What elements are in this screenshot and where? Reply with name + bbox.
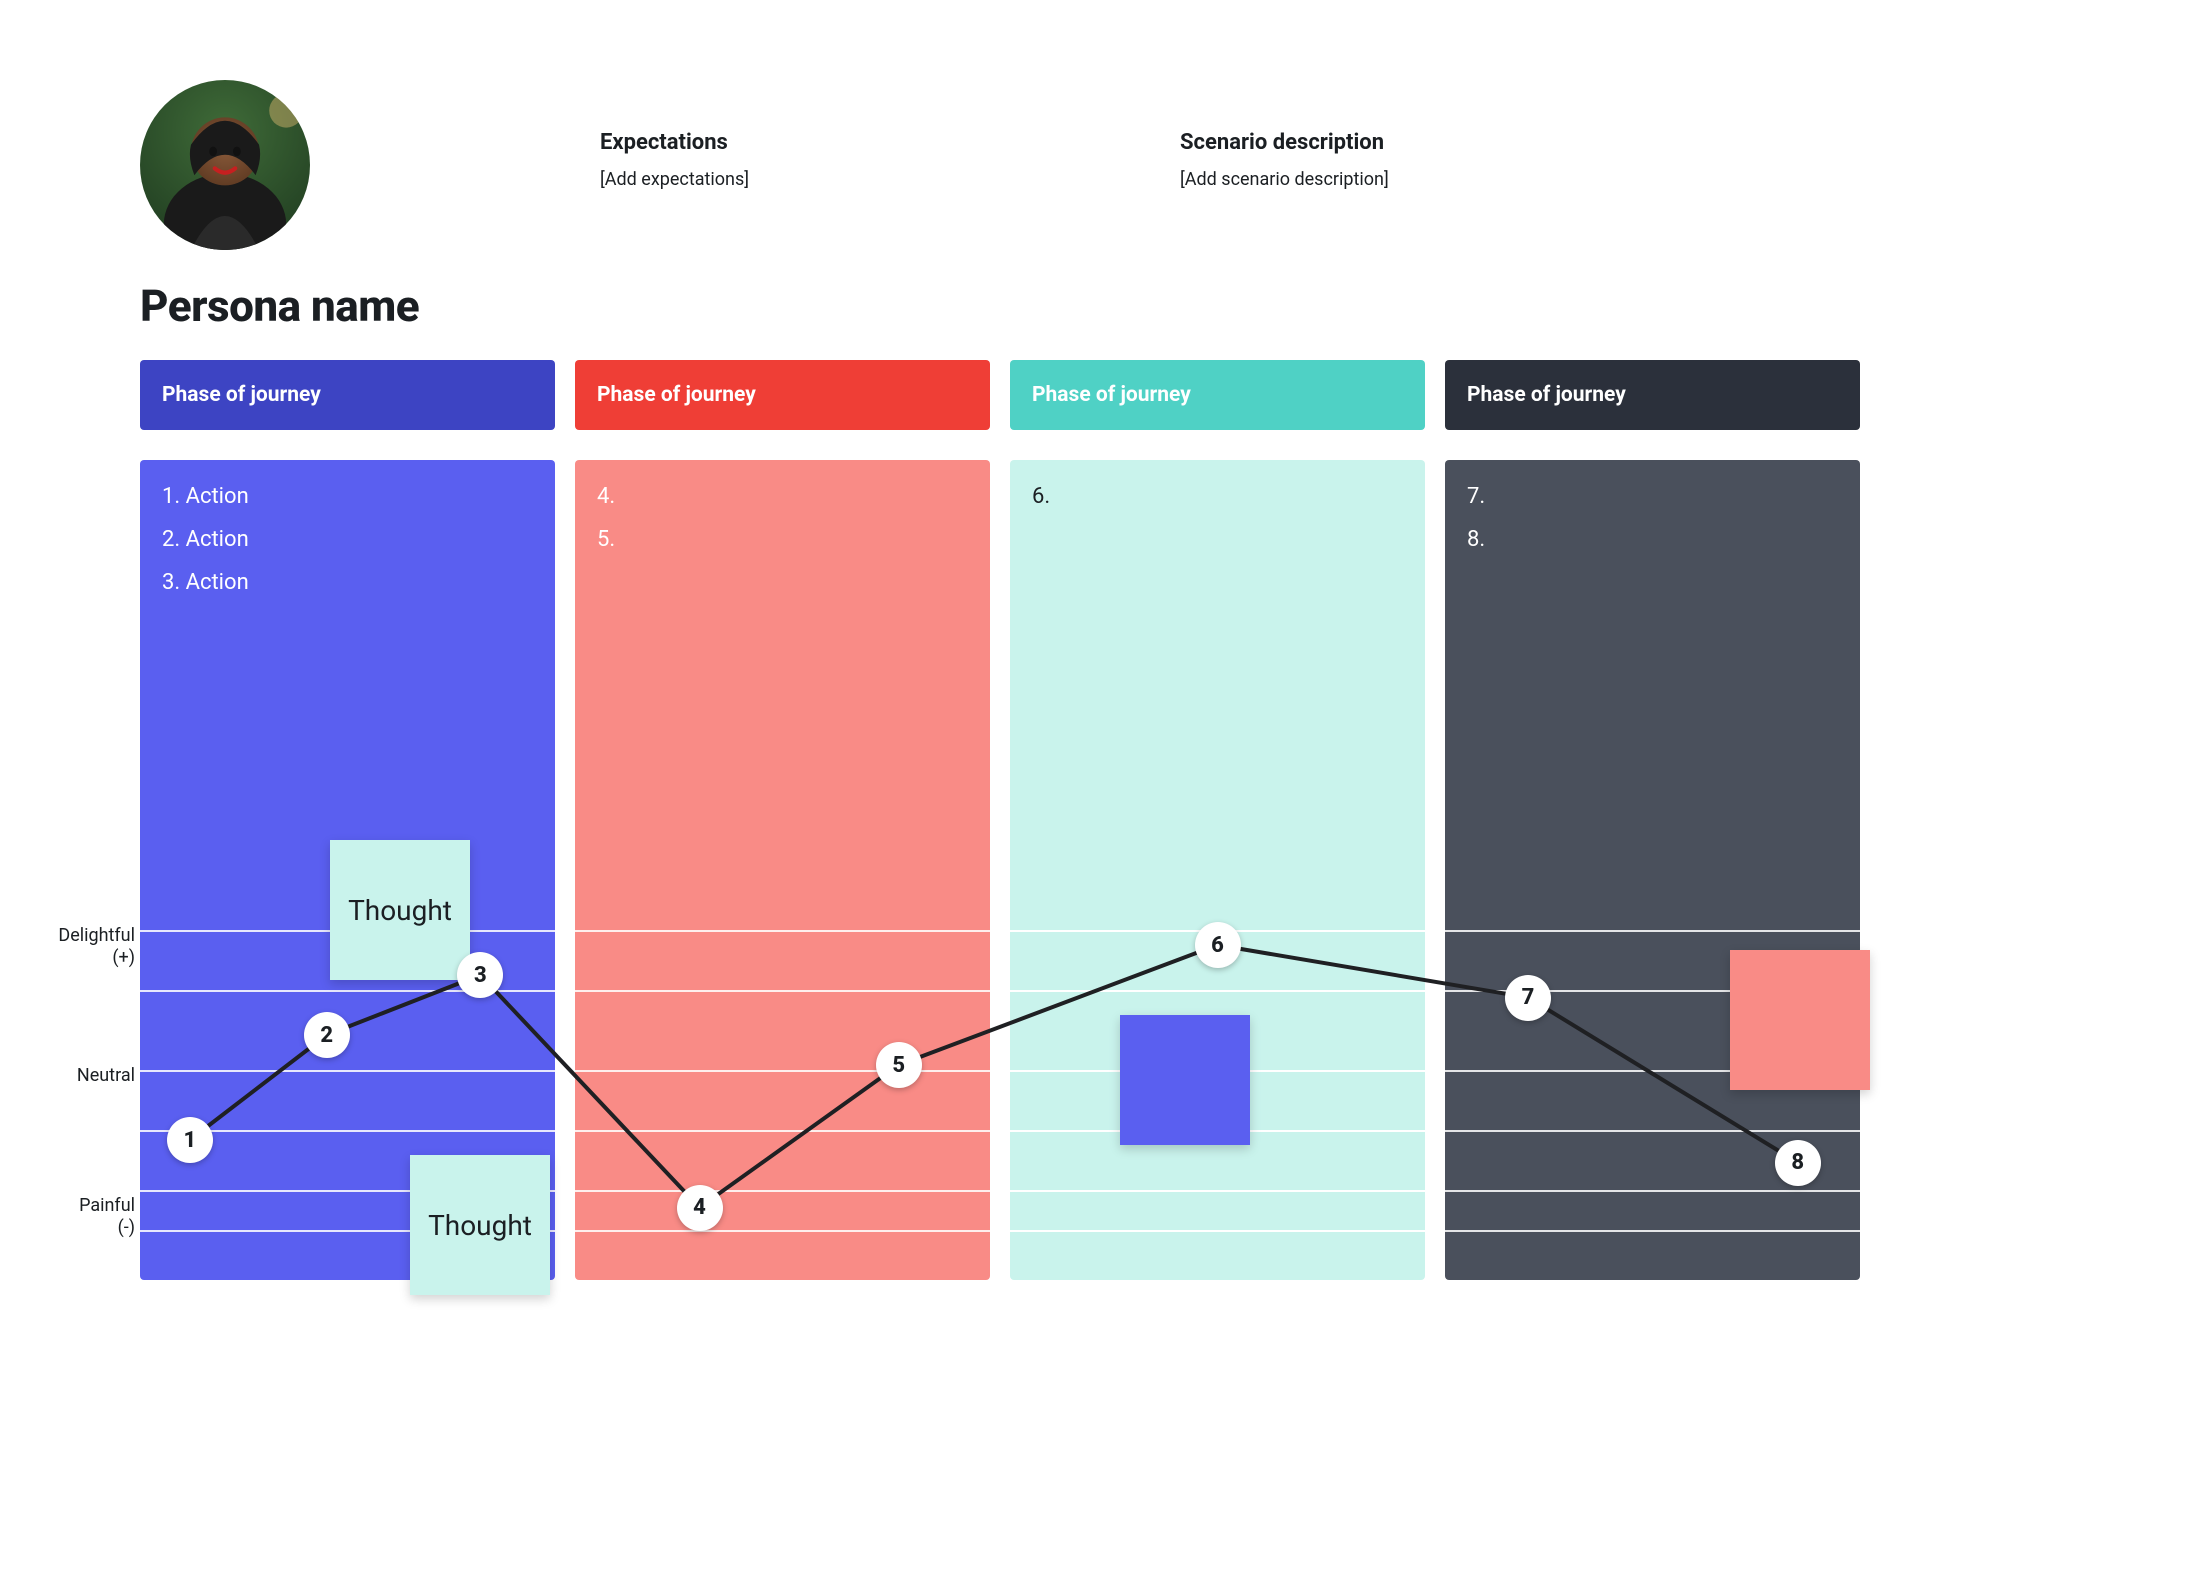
sticky-note-blue[interactable] [1120, 1015, 1250, 1145]
phase-header-2[interactable]: Phase of journey [575, 360, 990, 430]
scenario-block[interactable]: Scenario description [Add scenario descr… [1180, 130, 1680, 190]
expectations-title: Expectations [600, 130, 980, 155]
journey-node-4[interactable]: 4 [677, 1185, 723, 1231]
phase-column-2[interactable]: 4. 5. [575, 460, 990, 1280]
scenario-placeholder[interactable]: [Add scenario description] [1180, 169, 1680, 190]
persona-name-heading[interactable]: Persona name [140, 280, 419, 332]
journey-node-8[interactable]: 8 [1775, 1140, 1821, 1186]
journey-node-5[interactable]: 5 [876, 1042, 922, 1088]
phase-header-3[interactable]: Phase of journey [1010, 360, 1425, 430]
sticky-note-pink[interactable] [1730, 950, 1870, 1090]
phase-header-4[interactable]: Phase of journey [1445, 360, 1860, 430]
avatar-image [140, 80, 310, 250]
expectations-block[interactable]: Expectations [Add expectations] [600, 130, 980, 190]
scenario-title: Scenario description [1180, 130, 1680, 155]
action-item[interactable]: 4. [597, 484, 968, 509]
journey-node-1[interactable]: 1 [167, 1117, 213, 1163]
action-item[interactable]: 7. [1467, 484, 1838, 509]
phase-header-1[interactable]: Phase of journey [140, 360, 555, 430]
action-item[interactable]: 2. Action [162, 527, 533, 552]
sticky-note-thought-1[interactable]: Thought [330, 840, 470, 980]
journey-node-7[interactable]: 7 [1505, 975, 1551, 1021]
action-item[interactable]: 1. Action [162, 484, 533, 509]
journey-node-6[interactable]: 6 [1195, 922, 1241, 968]
action-item[interactable]: 6. [1032, 484, 1403, 509]
action-item[interactable]: 5. [597, 527, 968, 552]
phase-column-3[interactable]: 6. [1010, 460, 1425, 1280]
emotion-label-delightful: Delightful (+) [58, 925, 135, 968]
expectations-placeholder[interactable]: [Add expectations] [600, 169, 980, 190]
emotion-label-neutral: Neutral [77, 1065, 135, 1087]
action-item[interactable]: 3. Action [162, 570, 533, 595]
emotion-axis-labels: Delightful (+) Neutral Painful (-) [25, 930, 135, 1280]
emotion-gridlines [575, 930, 990, 1230]
persona-avatar[interactable] [140, 80, 310, 250]
sticky-note-thought-2[interactable]: Thought [410, 1155, 550, 1295]
journey-node-2[interactable]: 2 [304, 1012, 350, 1058]
journey-node-3[interactable]: 3 [457, 952, 503, 998]
emotion-label-painful: Painful (-) [79, 1195, 135, 1238]
action-item[interactable]: 8. [1467, 527, 1838, 552]
